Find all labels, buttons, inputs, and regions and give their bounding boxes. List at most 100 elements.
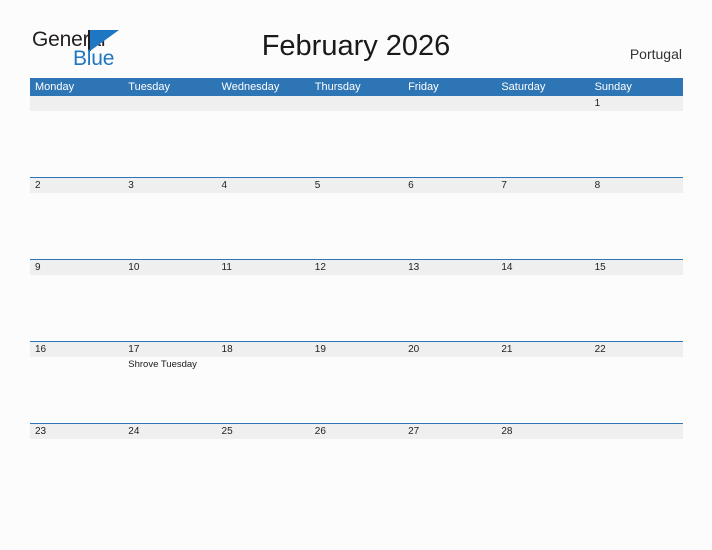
day-number[interactable]: 4	[217, 178, 310, 193]
day-number[interactable]: 5	[310, 178, 403, 193]
day-cell[interactable]	[217, 357, 310, 423]
week-events-band	[30, 275, 683, 341]
calendar-page: General Blue February 2026 Portugal Mond…	[0, 0, 712, 550]
day-number[interactable]: 1	[590, 96, 683, 111]
day-cell[interactable]	[30, 275, 123, 341]
day-cell[interactable]	[496, 357, 589, 423]
day-number[interactable]: 3	[123, 178, 216, 193]
day-number[interactable]: 20	[403, 342, 496, 357]
calendar-week-row: 23 24 25 26 27 28	[30, 423, 683, 535]
week-date-band: 9 10 11 12 13 14 15	[30, 260, 683, 275]
weekday-header-saturday: Saturday	[501, 81, 546, 93]
day-number[interactable]: 27	[403, 424, 496, 439]
day-cell[interactable]	[590, 193, 683, 259]
day-cell[interactable]	[30, 357, 123, 423]
day-number-empty	[217, 96, 310, 111]
day-number-empty	[123, 96, 216, 111]
day-number[interactable]: 7	[496, 178, 589, 193]
day-cell[interactable]	[123, 275, 216, 341]
day-cell[interactable]	[403, 357, 496, 423]
day-number[interactable]: 23	[30, 424, 123, 439]
day-number[interactable]: 24	[123, 424, 216, 439]
day-number[interactable]: 12	[310, 260, 403, 275]
calendar-week-row: 9 10 11 12 13 14 15	[30, 259, 683, 341]
day-cell[interactable]	[217, 193, 310, 259]
day-number[interactable]: 17	[123, 342, 216, 357]
day-number[interactable]: 25	[217, 424, 310, 439]
day-cell[interactable]	[403, 275, 496, 341]
day-cell[interactable]	[403, 439, 496, 535]
week-date-band: 23 24 25 26 27 28	[30, 424, 683, 439]
day-number-empty	[30, 96, 123, 111]
day-cell[interactable]	[310, 439, 403, 535]
week-events-band: Shrove Tuesday	[30, 357, 683, 423]
region-label: Portugal	[629, 46, 682, 62]
day-cell[interactable]: Shrove Tuesday	[123, 357, 216, 423]
day-number[interactable]: 6	[403, 178, 496, 193]
page-header: General Blue February 2026 Portugal	[0, 0, 712, 78]
day-cell[interactable]	[217, 275, 310, 341]
day-cell[interactable]	[403, 111, 496, 177]
week-date-band: 1	[30, 96, 683, 111]
page-title: February 2026	[261, 30, 451, 62]
calendar-grid: Monday Tuesday Wednesday Thursday Friday…	[30, 78, 683, 535]
day-cell[interactable]	[30, 439, 123, 535]
day-number[interactable]: 13	[403, 260, 496, 275]
day-number[interactable]: 16	[30, 342, 123, 357]
day-cell[interactable]	[217, 439, 310, 535]
day-number[interactable]: 22	[590, 342, 683, 357]
day-number[interactable]: 8	[590, 178, 683, 193]
day-number-empty	[310, 96, 403, 111]
week-events-band	[30, 111, 683, 177]
day-cell[interactable]	[310, 275, 403, 341]
week-date-band: 16 17 18 19 20 21 22	[30, 342, 683, 357]
week-events-band	[30, 439, 683, 535]
day-cell[interactable]	[310, 111, 403, 177]
day-number[interactable]: 9	[30, 260, 123, 275]
day-number[interactable]: 18	[217, 342, 310, 357]
day-number[interactable]: 14	[496, 260, 589, 275]
day-cell[interactable]	[217, 111, 310, 177]
day-cell[interactable]	[496, 193, 589, 259]
day-cell[interactable]	[30, 193, 123, 259]
calendar-week-row: 1	[30, 96, 683, 177]
day-cell[interactable]	[496, 275, 589, 341]
week-date-band: 2345678	[30, 178, 683, 193]
weekday-header-friday: Friday	[408, 81, 439, 93]
day-number[interactable]: 28	[496, 424, 589, 439]
holiday-event: Shrove Tuesday	[128, 359, 197, 370]
day-number-empty	[590, 424, 683, 439]
day-cell[interactable]	[123, 193, 216, 259]
weekday-header-monday: Monday	[35, 81, 75, 93]
day-number[interactable]: 10	[123, 260, 216, 275]
day-cell[interactable]	[590, 275, 683, 341]
day-number[interactable]: 11	[217, 260, 310, 275]
day-number[interactable]: 15	[590, 260, 683, 275]
day-cell[interactable]	[310, 193, 403, 259]
day-cell[interactable]	[403, 193, 496, 259]
day-number[interactable]: 21	[496, 342, 589, 357]
weekday-header-wednesday: Wednesday	[221, 81, 280, 93]
weekday-header-row: Monday Tuesday Wednesday Thursday Friday…	[30, 78, 683, 96]
day-number-empty	[403, 96, 496, 111]
day-cell[interactable]	[123, 439, 216, 535]
day-cell[interactable]	[123, 111, 216, 177]
calendar-weeks: 1 2 3 4 5 6 7 8 9 10 11 12 13 14 15 16 17 18 19 20 21 22 Shrov…	[30, 96, 683, 535]
day-number[interactable]: 2	[30, 178, 123, 193]
calendar-week-row: 16 17 18 19 20 21 22 Shrove Tuesday	[30, 341, 683, 423]
day-cell[interactable]	[496, 439, 589, 535]
day-cell[interactable]	[30, 111, 123, 177]
calendar-week-row: 2345678	[30, 177, 683, 259]
weekday-header-sunday: Sunday	[594, 81, 632, 93]
weekday-header-tuesday: Tuesday	[128, 81, 171, 93]
day-cell[interactable]	[590, 357, 683, 423]
week-events-band	[30, 193, 683, 259]
day-cell[interactable]	[590, 111, 683, 177]
day-number[interactable]: 26	[310, 424, 403, 439]
weekday-header-thursday: Thursday	[314, 81, 361, 93]
day-cell[interactable]	[496, 111, 589, 177]
day-number[interactable]: 19	[310, 342, 403, 357]
day-number-empty	[496, 96, 589, 111]
day-cell[interactable]	[590, 439, 683, 535]
day-cell[interactable]	[310, 357, 403, 423]
